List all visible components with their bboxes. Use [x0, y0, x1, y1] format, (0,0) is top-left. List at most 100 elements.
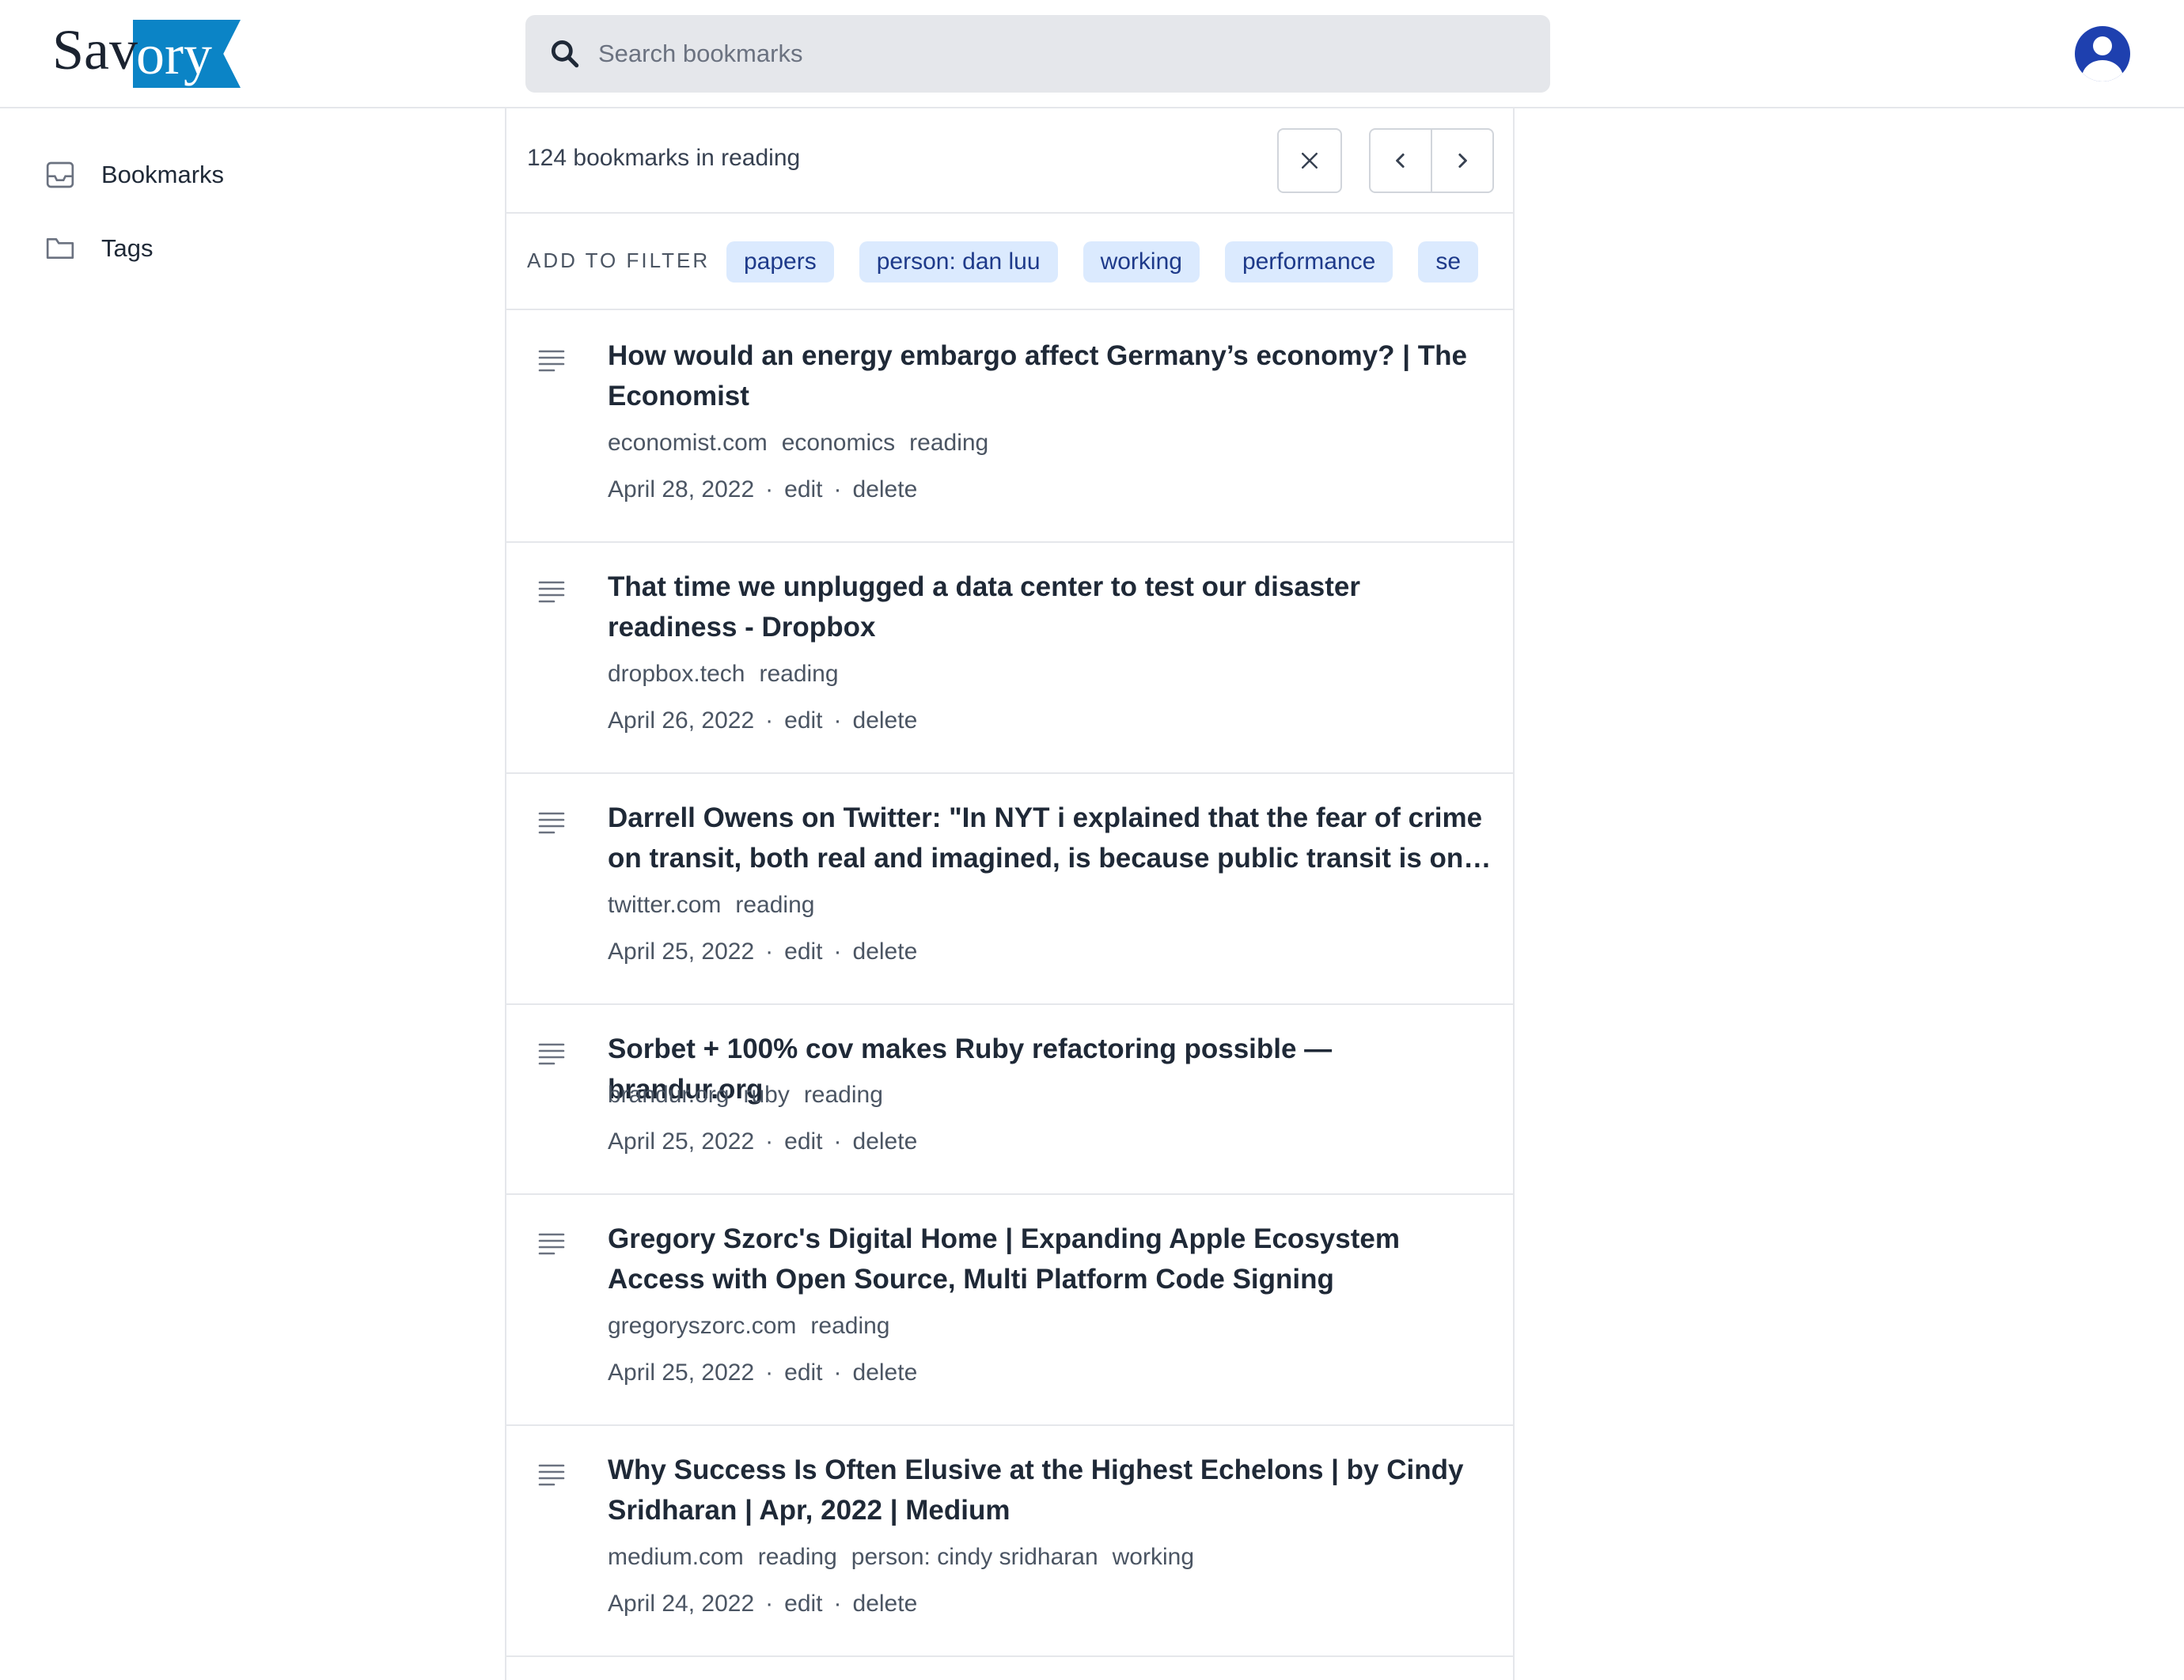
delete-link[interactable]: delete	[853, 939, 918, 965]
filter-chip[interactable]: person: dan luu	[859, 241, 1058, 283]
bookmark-meta: medium.com reading person: cindy sridharan…	[608, 1544, 1208, 1571]
text-lines-icon	[538, 350, 565, 372]
list-toolbar: 124 bookmarks in reading	[506, 108, 1513, 214]
logo-text-right: ory	[136, 23, 212, 86]
bookmark-meta: brandur.org ruby reading	[608, 1082, 897, 1109]
filter-chip[interactable]: papers	[726, 241, 834, 283]
delete-link[interactable]: delete	[853, 1591, 918, 1617]
separator-dot: ·	[833, 1360, 842, 1386]
bookmark-tag[interactable]: reading	[804, 1082, 883, 1108]
bookmark-domain[interactable]: twitter.com	[608, 892, 721, 918]
bookmark-date-row: April 25, 2022 · edit · delete	[608, 1128, 917, 1155]
bookmark-item: Why Success Is Often Elusive at the High…	[506, 1426, 1513, 1657]
search-bar[interactable]	[525, 15, 1550, 93]
edit-link[interactable]: edit	[784, 1360, 822, 1386]
bookmark-date-row: April 24, 2022 · edit · delete	[608, 1591, 917, 1617]
separator-dot: ·	[765, 1591, 774, 1617]
bookmark-date-row: April 25, 2022 · edit · delete	[608, 939, 917, 965]
bookmark-tag[interactable]: reading	[758, 1544, 837, 1570]
bookmark-list-panel: 124 bookmarks in reading ADD TO FILTER p…	[505, 108, 1515, 1680]
avatar-body	[2082, 60, 2123, 82]
logo-text-left: Sav	[52, 18, 138, 82]
bookmark-domain[interactable]: brandur.org	[608, 1082, 729, 1108]
bookmark-tag[interactable]: working	[1113, 1544, 1194, 1570]
savory-logo[interactable]: Sav ory	[52, 16, 250, 90]
bookmark-count: 124 bookmarks in reading	[527, 145, 801, 171]
bookmark-meta: gregoryszorc.com reading	[608, 1313, 904, 1340]
edit-link[interactable]: edit	[784, 707, 822, 734]
bookmark-title[interactable]: Gregory Szorc's Digital Home | Expanding…	[608, 1219, 1494, 1299]
delete-link[interactable]: delete	[853, 1128, 918, 1155]
bookmark-title[interactable]: That time we unplugged a data center to …	[608, 567, 1494, 647]
bookmark-date: April 25, 2022	[608, 939, 755, 965]
edit-link[interactable]: edit	[784, 1128, 822, 1155]
separator-dot: ·	[833, 1591, 842, 1617]
bookmark-title[interactable]: Why Success Is Often Elusive at the High…	[608, 1450, 1494, 1530]
delete-link[interactable]: delete	[853, 476, 918, 502]
bookmark-tag[interactable]: economics	[782, 430, 895, 456]
search-input[interactable]	[598, 40, 1508, 68]
separator-dot: ·	[765, 476, 774, 502]
bookmark-title[interactable]: How would an energy embargo affect Germa…	[608, 336, 1494, 416]
chevron-left-icon	[1396, 154, 1405, 168]
bookmark-item: Sorbet + 100% cov makes Ruby refactoring…	[506, 1005, 1513, 1195]
text-lines-icon	[538, 581, 565, 603]
user-avatar[interactable]	[2075, 26, 2130, 82]
bookmark-tag[interactable]: reading	[810, 1313, 889, 1339]
separator-dot: ·	[833, 1128, 842, 1155]
text-lines-icon	[538, 1464, 565, 1486]
separator-dot: ·	[833, 939, 842, 965]
bookmark-tag[interactable]: reading	[759, 661, 838, 687]
sidebar-item-label: Tags	[101, 234, 154, 262]
bookmark-item: That time we unplugged a data center to …	[506, 543, 1513, 774]
bookmark-tag[interactable]: person: cindy sridharan	[851, 1544, 1098, 1570]
separator-dot: ·	[765, 707, 774, 734]
separator-dot: ·	[765, 939, 774, 965]
bookmark-meta: twitter.com reading	[608, 892, 828, 919]
filter-chip[interactable]: se	[1418, 241, 1479, 283]
bookmark-domain[interactable]: economist.com	[608, 430, 768, 456]
bookmark-tag[interactable]: ruby	[743, 1082, 789, 1108]
bookmark-domain[interactable]: dropbox.tech	[608, 661, 745, 687]
bookmark-date-row: April 28, 2022 · edit · delete	[608, 476, 917, 503]
filter-chips[interactable]: papers person: dan luu working performance s…	[726, 241, 1496, 284]
bookmark-date: April 24, 2022	[608, 1591, 755, 1617]
bookmark-tag[interactable]: reading	[909, 430, 988, 456]
bookmark-date-row: April 25, 2022 · edit · delete	[608, 1360, 917, 1386]
separator-dot: ·	[833, 476, 842, 502]
top-header: Sav ory	[0, 0, 2184, 108]
bookmark-domain[interactable]: gregoryszorc.com	[608, 1313, 796, 1339]
bookmark-tag[interactable]: reading	[735, 892, 814, 918]
avatar-head	[2093, 36, 2112, 55]
bookmark-date: April 26, 2022	[608, 707, 755, 734]
bookmark-date-row: April 26, 2022 · edit · delete	[608, 707, 917, 734]
next-page-button[interactable]	[1431, 128, 1494, 193]
filter-chip[interactable]: working	[1083, 241, 1200, 283]
edit-link[interactable]: edit	[784, 939, 822, 965]
bookmark-meta: economist.com economics reading	[608, 430, 1003, 457]
filter-chip[interactable]: performance	[1224, 241, 1393, 283]
bookmark-date: April 25, 2022	[608, 1360, 755, 1386]
sidebar-item-bookmarks[interactable]: Bookmarks	[44, 151, 224, 199]
clear-filter-button[interactable]	[1277, 128, 1342, 193]
text-lines-icon	[538, 812, 565, 834]
edit-link[interactable]: edit	[784, 1591, 822, 1617]
previous-page-button[interactable]	[1369, 128, 1432, 193]
separator-dot: ·	[765, 1360, 774, 1386]
bookmark-domain[interactable]: medium.com	[608, 1544, 744, 1570]
delete-link[interactable]: delete	[853, 1360, 918, 1386]
close-icon	[1302, 153, 1318, 169]
text-lines-icon	[538, 1233, 565, 1255]
sidebar-item-label: Bookmarks	[101, 161, 225, 188]
bookmark-title[interactable]: Darrell Owens on Twitter: "In NYT i expl…	[608, 798, 1494, 878]
bookmark-item: Gregory Szorc's Digital Home | Expanding…	[506, 1195, 1513, 1426]
sidebar-item-tags[interactable]: Tags	[44, 225, 153, 272]
bookmark-item: How would an energy embargo affect Germa…	[506, 312, 1513, 543]
delete-link[interactable]: delete	[853, 707, 918, 734]
bookmark-item: Darrell Owens on Twitter: "In NYT i expl…	[506, 774, 1513, 1005]
chevron-right-icon	[1458, 154, 1467, 168]
separator-dot: ·	[833, 707, 842, 734]
search-icon	[551, 40, 579, 68]
separator-dot: ·	[765, 1128, 774, 1155]
edit-link[interactable]: edit	[784, 476, 822, 502]
